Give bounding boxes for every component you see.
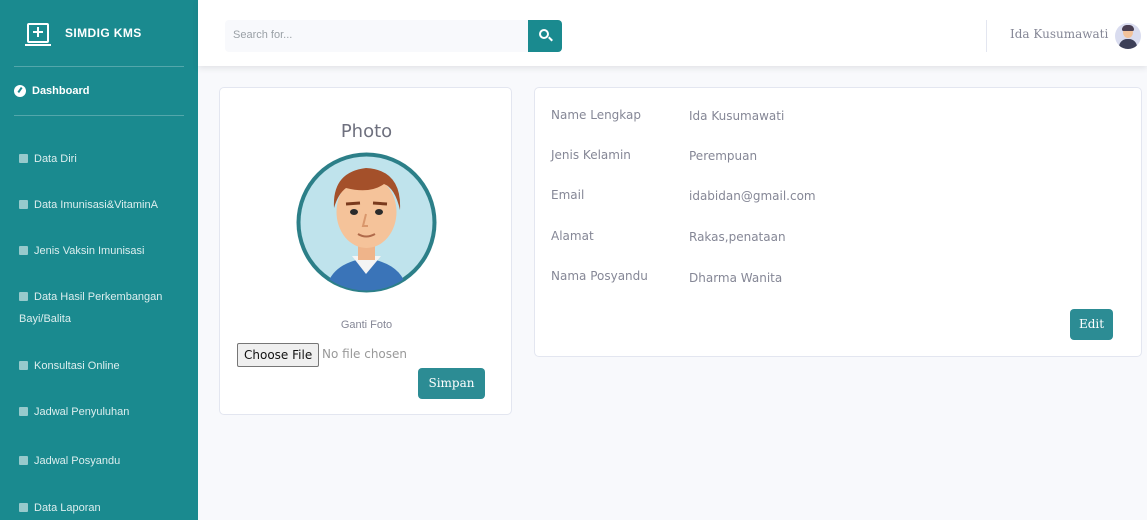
choose-file-button[interactable]: Choose File [237,343,320,367]
sidebar-item-jenis-vaksin[interactable]: Jenis Vaksin Imunisasi [0,240,198,262]
profile-card: Name Lengkap Ida Kusumawati Jenis Kelami… [534,87,1142,357]
search-button[interactable] [528,20,562,52]
monitor-plus-icon [25,23,51,46]
sidebar: SIMDIG KMS Dashboard Data Diri Data Imun… [0,0,198,520]
topbar-divider [986,20,987,52]
sidebar-item-label-line2: Bayi/Balita [19,313,71,325]
sidebar-item-label: Data Hasil Perkembangan [34,291,163,303]
profile-photo [296,152,437,293]
user-icon [19,154,28,163]
save-button[interactable]: Simpan [418,368,485,399]
calendar-icon [19,456,28,465]
sidebar-item-dashboard[interactable]: Dashboard [0,67,198,115]
edit-button[interactable]: Edit [1070,309,1113,340]
field-label: Nama Posyandu [551,269,648,283]
sidebar-item-label: Data Diri [34,153,77,165]
sidebar-item-konsultasi[interactable]: Konsultasi Online [0,355,198,377]
child-icon [19,292,28,301]
sidebar-item-jadwal-penyuluhan[interactable]: Jadwal Penyuluhan [0,401,198,423]
brand[interactable]: SIMDIG KMS [0,0,198,66]
report-icon [19,503,28,512]
brand-name: SIMDIG KMS [65,26,142,40]
photo-card: Photo Ganti Foto Choose File No file cho… [219,87,512,415]
sidebar-item-label: Data Imunisasi&VitaminA [34,199,158,211]
sidebar-item-data-laporan[interactable]: Data Laporan [0,497,198,519]
sidebar-item-label: Jadwal Posyandu [34,455,121,467]
sidebar-item-label: Data Laporan [34,502,101,514]
field-value: Ida Kusumawati [689,109,785,123]
field-label: Name Lengkap [551,108,642,122]
field-value: Dharma Wanita [689,271,783,285]
avatar[interactable] [1115,23,1141,49]
photo-title: Photo [340,121,393,142]
sidebar-divider [14,115,184,116]
sidebar-item-data-perkembangan[interactable]: Data Hasil Perkembangan Bayi/Balita [0,286,198,330]
field-value: Perempuan [689,149,758,163]
field-label: Alamat [551,229,594,243]
list-icon [19,246,28,255]
table-icon [19,200,28,209]
sidebar-item-jadwal-posyandu[interactable]: Jadwal Posyandu [0,450,198,472]
sidebar-item-label: Konsultasi Online [34,360,120,372]
tachometer-icon [14,85,26,97]
field-value: idabidan@gmail.com [689,189,816,203]
field-label: Email [551,188,585,202]
sidebar-item-label: Jenis Vaksin Imunisasi [34,245,145,257]
user-name[interactable]: Ida Kusumawati [1010,27,1108,41]
file-status: No file chosen [322,347,408,361]
change-photo-label: Ganti Foto [340,319,393,331]
topbar: Search for... Ida Kusumawati [198,0,1147,66]
field-value: Rakas,penataan [689,230,786,244]
field-label: Jenis Kelamin [551,148,631,162]
calendar-icon [19,407,28,416]
sidebar-item-data-imunisasi[interactable]: Data Imunisasi&VitaminA [0,194,198,216]
sidebar-item-label: Dashboard [32,85,90,97]
search-input[interactable]: Search for... [225,20,528,52]
sidebar-item-data-diri[interactable]: Data Diri [0,148,198,170]
chat-icon [19,361,28,370]
sidebar-item-label: Jadwal Penyuluhan [34,406,130,418]
